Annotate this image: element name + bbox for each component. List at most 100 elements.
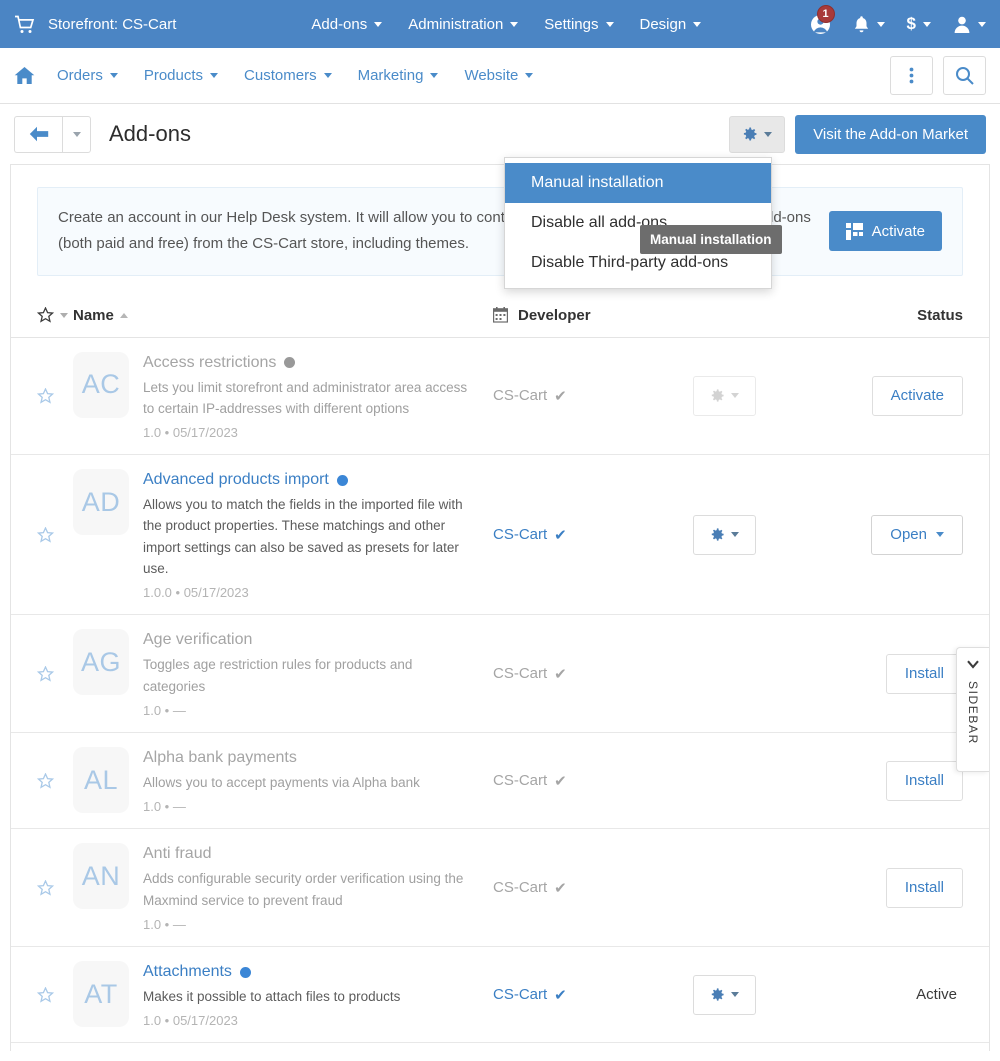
row-action-button[interactable]: Install — [885, 867, 963, 908]
topbar-right-icons: 1 $ — [788, 4, 986, 35]
page-header: Add-ons Visit the Add-on Market — [0, 104, 1000, 164]
chevron-down-icon — [430, 73, 439, 78]
favorite-star-button[interactable] — [37, 526, 73, 543]
row-action-button[interactable]: Install — [885, 653, 963, 694]
row-action-label: Install — [904, 665, 944, 683]
addon-title[interactable]: Advanced products import — [143, 471, 473, 489]
addon-title[interactable]: Attachments — [143, 963, 400, 981]
currency-selector[interactable]: $ — [907, 14, 931, 34]
chevron-down-icon — [210, 73, 219, 78]
header-favorites[interactable] — [37, 307, 73, 323]
more-options-button[interactable] — [890, 56, 933, 95]
addon-version: 1.0 • 05/17/2023 — [143, 425, 238, 441]
topbar-item-label: Administration — [408, 15, 504, 33]
nav-item-marketing[interactable]: Marketing — [358, 67, 439, 84]
cart-icon[interactable] — [14, 14, 36, 34]
gear-icon — [711, 528, 724, 541]
addon-description: Toggles age restriction rules for produc… — [143, 657, 413, 694]
row-action-button[interactable]: Open — [871, 514, 963, 555]
help-desk-notice: Create an account in our Help Desk syste… — [37, 187, 963, 276]
star-icon — [37, 986, 54, 1003]
addon-title: Alpha bank payments — [143, 749, 420, 767]
menu-item-manual-installation[interactable]: Manual installation — [505, 163, 771, 203]
nav-item-orders[interactable]: Orders — [57, 67, 118, 84]
developer-name: CS-Cart — [493, 772, 548, 790]
star-icon — [37, 665, 54, 682]
table-row: AT Attachments Makes it possible to attach… — [11, 947, 989, 1044]
content-panel: Create an account in our Help Desk syste… — [10, 164, 990, 1051]
row-settings-button[interactable] — [693, 514, 756, 555]
visit-addon-market-button[interactable]: Visit the Add-on Market — [795, 114, 986, 154]
row-status-text: Active — [916, 986, 957, 1004]
main-navbar: Orders Products Customers Marketing Webs… — [0, 48, 1000, 104]
chevron-down-icon — [978, 21, 986, 27]
developer-name: CS-Cart — [493, 665, 548, 683]
back-button[interactable] — [14, 115, 62, 153]
addon-developer[interactable]: CS-Cart ✔ — [493, 526, 693, 544]
favorite-star-button[interactable] — [37, 879, 73, 896]
currency-symbol: $ — [906, 14, 916, 33]
chevron-down-icon — [731, 992, 739, 998]
addon-status-cell: Activate — [828, 375, 963, 416]
nav-item-website[interactable]: Website — [464, 67, 534, 84]
addon-developer[interactable]: CS-Cart ✔ — [493, 986, 693, 1004]
addon-title: Access restrictions — [143, 354, 473, 372]
activate-label: Activate — [871, 222, 925, 240]
star-icon — [37, 387, 54, 404]
page-title: Add-ons — [109, 121, 191, 146]
favorite-star-button[interactable] — [37, 772, 73, 789]
chevron-down-icon — [936, 532, 944, 538]
table-row: AL Alpha bank payments Allows you to accep… — [11, 733, 989, 830]
user-menu[interactable] — [953, 15, 986, 34]
blocks-icon — [845, 222, 863, 240]
addon-settings-cell — [693, 514, 828, 555]
favorite-star-button[interactable] — [37, 665, 73, 682]
back-dropdown-button[interactable] — [62, 115, 91, 153]
favorite-star-button[interactable] — [37, 387, 73, 404]
status-dot-disabled — [284, 357, 296, 368]
nav-item-products[interactable]: Products — [144, 67, 219, 84]
addon-developer: CS-Cart ✔ — [493, 879, 693, 897]
addon-thumbnail: AC — [73, 351, 129, 418]
page-settings-button[interactable] — [729, 115, 786, 153]
nav-item-label: Website — [464, 67, 519, 84]
home-icon[interactable] — [14, 66, 35, 85]
addon-description: Adds configurable security order verific… — [143, 871, 464, 908]
sidebar-toggle[interactable]: SIDEBAR — [956, 647, 989, 772]
chevron-left-icon — [967, 660, 979, 669]
topbar-item-administration[interactable]: Administration — [408, 15, 519, 33]
gear-icon — [744, 127, 757, 141]
sort-ascending-icon — [119, 312, 128, 318]
addons-table: Name Developer Status ACAccess restrict — [11, 294, 989, 1044]
header-name[interactable]: Name — [73, 307, 493, 324]
developer-name: CS-Cart — [493, 526, 548, 544]
row-action-button[interactable]: Activate — [871, 375, 963, 416]
nav-item-customers[interactable]: Customers — [244, 67, 332, 84]
row-settings-button[interactable] — [693, 375, 756, 416]
help-account-icon[interactable]: 1 — [810, 4, 835, 35]
bell-icon[interactable] — [853, 15, 885, 34]
row-settings-button[interactable] — [693, 974, 756, 1015]
addon-thumbnail: AN — [73, 843, 129, 910]
addon-thumbnail: AT — [73, 961, 129, 1028]
header-status-label: Status — [917, 306, 963, 324]
addon-description: Makes it possible to attach files to pro… — [143, 989, 401, 1005]
topbar-item-addons[interactable]: Add-ons — [311, 16, 383, 33]
header-developer[interactable]: Developer — [493, 307, 693, 324]
menu-tooltip: Manual installation — [640, 225, 782, 254]
topbar-item-design[interactable]: Design — [640, 16, 702, 33]
topbar-menu: Add-ons Administration Settings Design — [311, 16, 727, 33]
topbar-item-settings[interactable]: Settings — [544, 16, 614, 33]
notice-activate-button[interactable]: Activate — [828, 211, 942, 252]
arrow-left-icon — [29, 126, 48, 142]
favorite-star-button[interactable] — [37, 986, 73, 1003]
addon-name-cell: AC Access restrictions Lets you limit stor… — [73, 351, 493, 441]
addon-name-cell: AL Alpha bank payments Allows you to accep… — [73, 747, 493, 814]
search-button[interactable] — [943, 56, 986, 95]
row-action-label: Install — [904, 772, 944, 790]
verified-check-icon: ✔ — [554, 387, 567, 405]
addon-description: Allows you to accept payments via Alpha … — [143, 775, 420, 791]
star-icon — [37, 526, 54, 543]
row-action-button[interactable]: Install — [885, 760, 963, 801]
chevron-down-icon — [764, 131, 773, 137]
